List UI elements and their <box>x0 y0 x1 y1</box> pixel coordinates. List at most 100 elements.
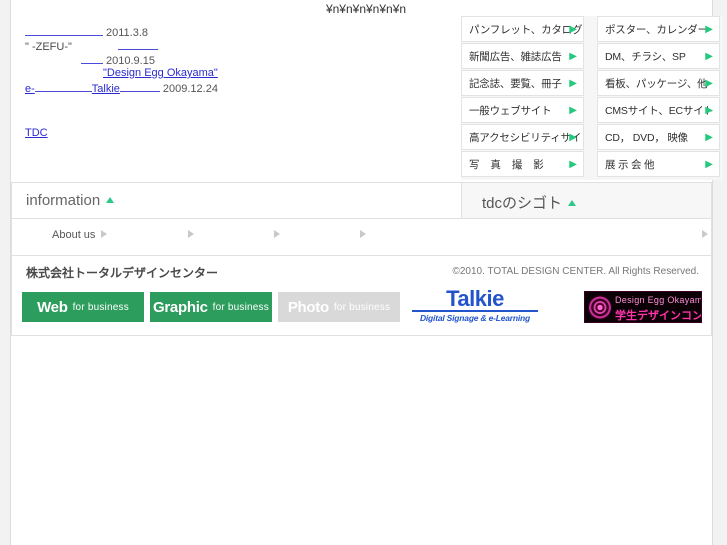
section-tdc-work[interactable]: tdcのシゴト <box>461 182 712 219</box>
logo-talkie[interactable]: Talkie Digital Signage & e-Learning <box>412 286 538 323</box>
section-information[interactable]: information <box>11 182 461 219</box>
egg-logo-line1: Design Egg Okayama <box>615 295 702 305</box>
top-content-area: ¥n¥n¥n¥n¥n¥n 2011.3.8 " -ZEFU-". .2010.9… <box>11 0 723 180</box>
service-menu-column-right: ポスター、カレンダー ▶ DM、チラシ、SP ▶ 看板、パッケージ、他 ▶ CM… <box>597 16 720 178</box>
empty-page-area <box>11 337 712 545</box>
menu-button-cd-dvd-video[interactable]: CD， DVD， 映像 ▶ <box>597 124 720 150</box>
menu-button-label: 写 真 撮 影 <box>469 159 548 171</box>
menu-button-label: 新聞広告、雑誌広告 <box>469 51 562 63</box>
news-item[interactable]: ."Design Egg Okayama" <box>25 66 445 80</box>
menu-button-accessibility-site[interactable]: 高アクセシビリティサイト ▶ <box>461 124 584 150</box>
menu-button-label: DM、チラシ、SP <box>605 51 686 63</box>
menu-button-label: 一般ウェブサイト <box>469 105 552 117</box>
menu-button-label: 高アクセシビリティサイト <box>469 132 584 144</box>
chevron-up-icon[interactable] <box>568 200 577 206</box>
logo-subtitle: for business <box>212 301 269 313</box>
play-arrow-icon: ▶ <box>705 24 713 35</box>
logo-subtitle: for business <box>72 301 129 313</box>
menu-button-pamphlet[interactable]: パンフレット、カタログ ▶ <box>461 16 584 42</box>
news-indent: . <box>25 66 103 80</box>
play-arrow-icon: ▶ <box>569 132 577 143</box>
talkie-tagline: Digital Signage & e-Learning <box>419 313 531 323</box>
play-arrow-icon <box>101 230 108 238</box>
news-link-prefix[interactable]: e- <box>25 83 35 95</box>
news-link-placeholder[interactable] <box>25 24 103 36</box>
menu-button-newspaper-ad[interactable]: 新聞広告、雑誌広告 ▶ <box>461 43 584 69</box>
play-arrow-icon: ▶ <box>705 159 713 170</box>
menu-button-label: ポスター、カレンダー <box>605 24 708 36</box>
page-root: ¥n¥n¥n¥n¥n¥n 2011.3.8 " -ZEFU-". .2010.9… <box>0 0 727 545</box>
section-tdc-work-label: tdcのシゴト <box>482 195 563 212</box>
news-link[interactable]: "Design Egg Okayama" <box>103 67 218 79</box>
left-gutter <box>0 0 11 545</box>
play-arrow-icon <box>702 230 708 238</box>
nav-item-5[interactable] <box>696 229 708 241</box>
menu-button-label: CMSサイト、ECサイト <box>605 105 714 117</box>
section-information-label: information <box>26 192 101 209</box>
menu-button-cms-ec-site[interactable]: CMSサイト、ECサイト ▶ <box>597 97 720 123</box>
menu-button-commemorative-book[interactable]: 記念誌、要覧、冊子 ▶ <box>461 70 584 96</box>
news-item[interactable]: .2010.9.15 <box>25 52 445 67</box>
menu-button-exhibition-other[interactable]: 展 示 会 他 ▶ <box>597 151 720 177</box>
logo-web-for-business[interactable]: Web for business <box>22 292 144 322</box>
news-item[interactable]: 2011.3.8 <box>25 24 445 39</box>
play-arrow-icon: ▶ <box>569 51 577 62</box>
play-arrow-icon: ▶ <box>569 159 577 170</box>
section-tdc-work-title: tdcのシゴト <box>482 192 577 213</box>
logo-design-egg-okayama[interactable]: Design Egg Okayama 学生デザインコンペ <box>584 291 702 323</box>
nav-item-3[interactable] <box>268 229 280 241</box>
menu-button-dm-flyer-sp[interactable]: DM、チラシ、SP ▶ <box>597 43 720 69</box>
news-link-talkie[interactable]: Talkie <box>92 83 120 95</box>
menu-button-label: 展 示 会 他 <box>605 159 655 171</box>
menu-button-photography[interactable]: 写 真 撮 影 ▶ <box>461 151 584 177</box>
news-item[interactable]: " -ZEFU-". <box>25 38 445 53</box>
play-arrow-icon <box>274 230 280 238</box>
nav-item-label: About us <box>52 229 96 241</box>
play-arrow-icon <box>360 230 366 238</box>
menu-button-label: 看板、パッケージ、他 <box>605 78 708 90</box>
logo-title: Web <box>37 298 68 316</box>
news-link-placeholder[interactable] <box>81 52 103 64</box>
logo-graphic-for-business[interactable]: Graphic for business <box>150 292 272 322</box>
egg-logo-line2: 学生デザインコンペ <box>615 310 702 322</box>
news-date: 2009.12.24 <box>162 83 218 95</box>
news-item[interactable]: e- Talkie 2009.12.24 <box>25 80 445 95</box>
nav-item-4[interactable] <box>354 229 366 241</box>
nav-item-2[interactable] <box>182 229 194 241</box>
nav-item-about-us[interactable]: About us <box>52 229 108 241</box>
menu-button-poster-calendar[interactable]: ポスター、カレンダー ▶ <box>597 16 720 42</box>
service-menu-column-left: パンフレット、カタログ ▶ 新聞広告、雑誌広告 ▶ 記念誌、要覧、冊子 ▶ 一般… <box>461 16 584 178</box>
play-arrow-icon: ▶ <box>705 132 713 143</box>
news-link-placeholder[interactable] <box>119 80 160 92</box>
play-arrow-icon: ▶ <box>705 51 713 62</box>
logo-title: Graphic <box>153 298 208 316</box>
menu-button-signboard-package[interactable]: 看板、パッケージ、他 ▶ <box>597 70 720 96</box>
service-menu-grid: パンフレット、カタログ ▶ 新聞広告、雑誌広告 ▶ 記念誌、要覧、冊子 ▶ 一般… <box>461 16 723 180</box>
menu-button-label: CD， DVD， 映像 <box>605 132 688 144</box>
news-link-placeholder[interactable] <box>34 80 92 92</box>
copyright-text: ©2010. TOTAL DESIGN CENTER. All Rights R… <box>452 266 699 277</box>
play-arrow-icon: ▶ <box>569 105 577 116</box>
section-information-title: information <box>26 192 115 209</box>
play-arrow-icon: ▶ <box>705 105 713 116</box>
menu-button-general-website[interactable]: 一般ウェブサイト ▶ <box>461 97 584 123</box>
logo-title: Photo <box>287 298 329 316</box>
news-list: 2011.3.8 " -ZEFU-". .2010.9.15 ."Design … <box>25 24 445 95</box>
company-name: 株式会社トータルデザインセンター <box>26 266 219 280</box>
concentric-rings-icon <box>588 295 612 320</box>
play-arrow-icon: ▶ <box>569 78 577 89</box>
news-link-placeholder[interactable] <box>117 38 158 50</box>
chevron-up-icon[interactable] <box>106 197 115 203</box>
yen-escape-text: ¥n¥n¥n¥n¥n¥n <box>325 2 407 16</box>
play-arrow-icon <box>188 230 194 238</box>
logo-photo-for-business[interactable]: Photo for business <box>278 292 400 322</box>
play-arrow-icon: ▶ <box>705 78 713 89</box>
menu-button-label: 記念誌、要覧、冊子 <box>469 78 562 90</box>
menu-button-label: パンフレット、カタログ <box>469 24 583 36</box>
talkie-wordmark: Talkie <box>446 286 504 311</box>
footer-nav-strip: About us <box>11 219 712 256</box>
tdc-link[interactable]: TDC <box>25 127 48 139</box>
section-header-bar: information tdcのシゴト <box>11 182 712 219</box>
logo-subtitle: for business <box>333 301 391 313</box>
play-arrow-icon: ▶ <box>569 24 577 35</box>
